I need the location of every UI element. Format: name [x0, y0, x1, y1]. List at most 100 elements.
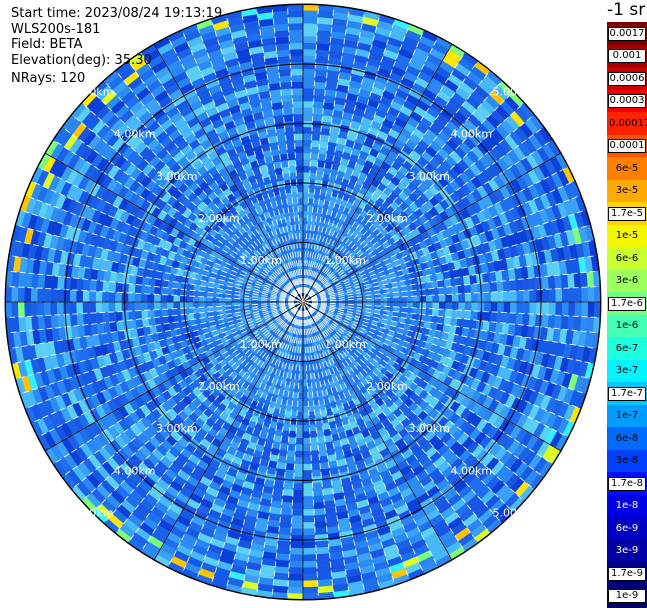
range-gate-cell — [90, 313, 97, 325]
range-gate-cell — [174, 315, 181, 322]
range-gate-cell — [523, 302, 530, 314]
range-gate-cell — [469, 320, 477, 330]
range-gate-cell — [315, 63, 328, 71]
range-gate-cell — [288, 587, 303, 594]
range-gate-cell — [279, 528, 292, 535]
range-gate-cell — [450, 278, 457, 287]
range-gate-cell — [275, 560, 289, 568]
range-gate-cell — [110, 272, 118, 283]
range-gate-cell — [303, 23, 318, 30]
range-gate-cell — [295, 451, 303, 458]
range-gate-cell — [323, 494, 334, 502]
range-gate-cell — [155, 279, 162, 287]
range-gate-cell — [294, 470, 303, 477]
range-gate-cell — [89, 302, 96, 313]
range-gate-cell — [548, 276, 556, 290]
range-gate-cell — [199, 302, 206, 307]
range-gate-cell — [278, 534, 291, 542]
range-gate-cell — [303, 75, 315, 82]
range-gate-cell — [147, 294, 154, 302]
range-gate-cell — [413, 296, 420, 302]
range-gate-cell — [161, 295, 168, 303]
range-gate-cell — [313, 482, 323, 489]
range-gate-cell — [501, 323, 509, 334]
range-gate-cell — [293, 483, 303, 490]
range-gate-cell — [102, 292, 109, 303]
range-gate-cell — [425, 282, 432, 289]
range-gate-cell — [580, 272, 588, 287]
range-gate-cell — [148, 286, 155, 295]
range-gate-cell — [63, 290, 70, 303]
range-gate-cell — [303, 483, 313, 490]
range-gate-cell — [219, 298, 226, 302]
range-gate-cell — [529, 302, 536, 314]
range-gate-cell — [323, 488, 334, 496]
range-gate-cell — [548, 315, 556, 329]
range-gate-cell — [319, 141, 328, 149]
range-gate-cell — [400, 291, 407, 297]
range-gate-cell — [193, 296, 200, 302]
range-gate-cell — [76, 302, 83, 314]
range-gate-cell — [542, 289, 549, 302]
range-gate-cell — [277, 547, 291, 555]
range-gate-cell — [279, 449, 288, 456]
range-gate-cell — [97, 270, 105, 281]
range-gate-cell — [303, 198, 308, 205]
range-gate-cell — [316, 50, 330, 58]
range-gate-cell — [293, 490, 303, 497]
range-gate-cell — [311, 140, 320, 147]
range-gate-cell — [303, 160, 311, 167]
range-gate-cell — [31, 274, 39, 289]
range-gate-cell — [282, 495, 293, 502]
range-gate-cell — [303, 580, 318, 587]
range-gate-cell — [70, 290, 77, 302]
range-gate-cell — [285, 463, 294, 470]
range-gate-cell — [70, 302, 77, 314]
range-gate-cell — [324, 500, 335, 508]
range-gate-cell — [142, 277, 150, 286]
range-gate-cell — [154, 286, 161, 294]
range-gate-cell — [50, 289, 57, 302]
range-gate-cell — [116, 273, 124, 283]
range-gate-cell — [314, 515, 326, 522]
range-gate-cell — [580, 317, 588, 332]
range-gate-cell — [451, 286, 458, 295]
range-gate-cell — [311, 450, 320, 457]
range-gate-cell — [128, 311, 135, 321]
range-gate-cell — [109, 282, 116, 293]
range-gate-cell — [312, 463, 321, 470]
range-gate-cell — [109, 292, 116, 302]
range-gate-cell — [277, 540, 290, 547]
range-gate-cell — [295, 444, 303, 451]
range-gate-cell — [83, 302, 90, 314]
range-gate-cell — [549, 289, 556, 302]
range-gate-cell — [309, 173, 316, 180]
range-gate-cell — [141, 302, 148, 311]
range-gate-cell — [44, 302, 51, 316]
range-gate-cell — [83, 279, 90, 291]
range-gate-cell — [64, 277, 72, 290]
range-gate-cell — [465, 293, 472, 302]
range-gate-cell — [64, 314, 72, 327]
range-gate-cell — [129, 320, 137, 330]
range-gate-cell — [321, 128, 331, 136]
range-gate-cell — [496, 281, 503, 292]
range-gate-cell — [317, 30, 332, 38]
range-gate-cell — [303, 95, 314, 102]
range-gate-cell — [297, 412, 303, 419]
range-gate-cell — [491, 292, 498, 302]
range-gate-cell — [529, 314, 536, 327]
range-gate-cell — [51, 315, 59, 329]
range-gate-cell — [536, 290, 543, 303]
range-gate-cell — [293, 496, 304, 503]
range-gate-cell — [303, 548, 316, 555]
range-gate-cell — [535, 314, 543, 327]
range-gate-cell — [18, 287, 25, 302]
range-gate-cell — [63, 302, 70, 315]
range-gate-cell — [451, 310, 458, 319]
range-gate-cell — [567, 274, 575, 289]
range-gate-cell — [319, 449, 328, 456]
range-gate-cell — [109, 312, 116, 323]
range-gate-cell — [303, 567, 317, 574]
range-gate-cell — [289, 561, 303, 568]
